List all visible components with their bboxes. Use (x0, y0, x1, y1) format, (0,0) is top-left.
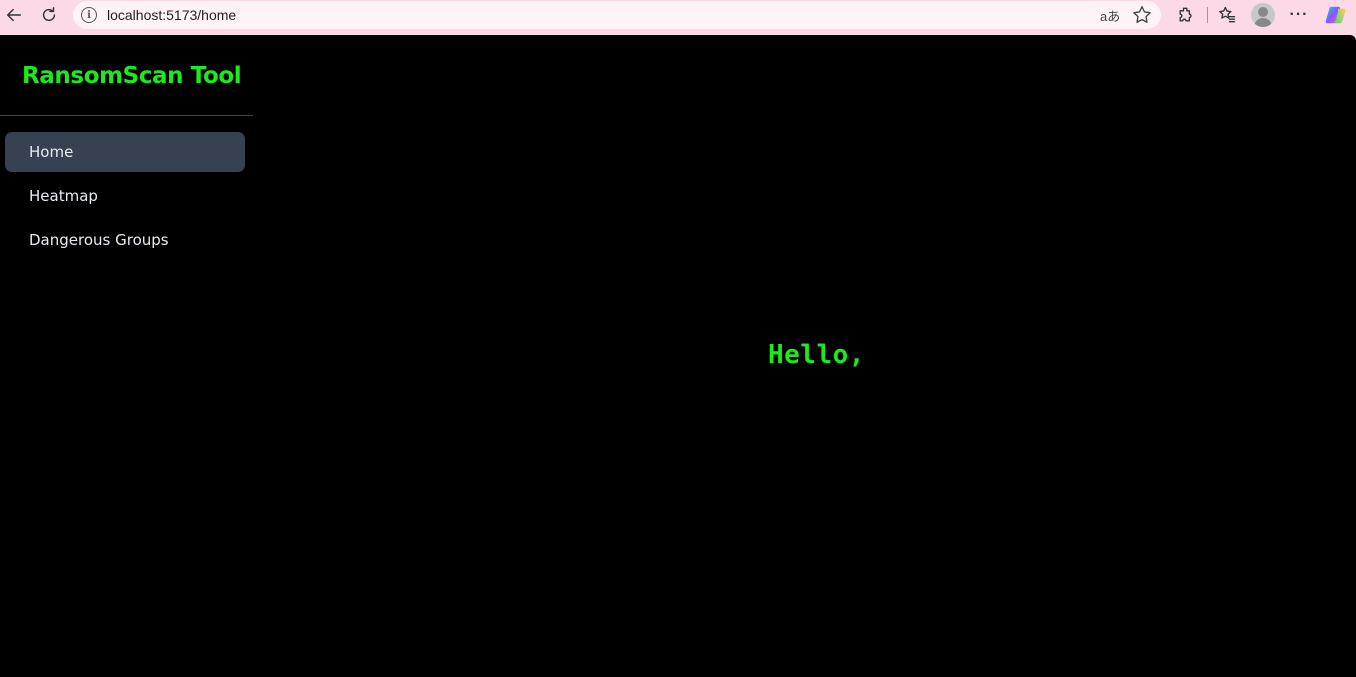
sidebar-item-label: Heatmap (29, 187, 98, 205)
app-viewport: RansomScan Tool Home Heatmap Dangerous G… (0, 35, 1356, 677)
site-info-icon[interactable]: i (81, 7, 97, 23)
sidebar-item-home[interactable]: Home (5, 132, 245, 172)
address-bar[interactable]: i localhost:5173/home aあ (73, 1, 1161, 29)
toolbar-divider (1207, 7, 1208, 23)
sidebar-item-dangerous-groups[interactable]: Dangerous Groups (5, 220, 245, 260)
sidebar-item-label: Dangerous Groups (29, 231, 169, 249)
more-options-icon[interactable]: ··· (1288, 4, 1310, 26)
main-content: Hello, (253, 35, 1356, 677)
sidebar-item-heatmap[interactable]: Heatmap (5, 176, 245, 216)
reload-icon[interactable] (36, 2, 62, 28)
back-arrow-icon[interactable] (1, 2, 27, 28)
sidebar-divider (0, 115, 253, 116)
profile-avatar[interactable] (1251, 3, 1275, 27)
copilot-icon[interactable] (1325, 4, 1347, 26)
browser-toolbar: i localhost:5173/home aあ ··· (0, 0, 1356, 30)
brand-title: RansomScan Tool (22, 63, 242, 89)
sidebar: RansomScan Tool Home Heatmap Dangerous G… (0, 35, 253, 677)
star-icon[interactable] (1131, 4, 1153, 26)
greeting-text: Hello, (768, 340, 865, 370)
sidebar-item-label: Home (29, 143, 74, 161)
favorites-icon[interactable] (1216, 4, 1238, 26)
read-aloud-icon[interactable]: aあ (1100, 6, 1120, 25)
url-text[interactable]: localhost:5173/home (107, 7, 236, 23)
extensions-icon[interactable] (1175, 4, 1197, 26)
